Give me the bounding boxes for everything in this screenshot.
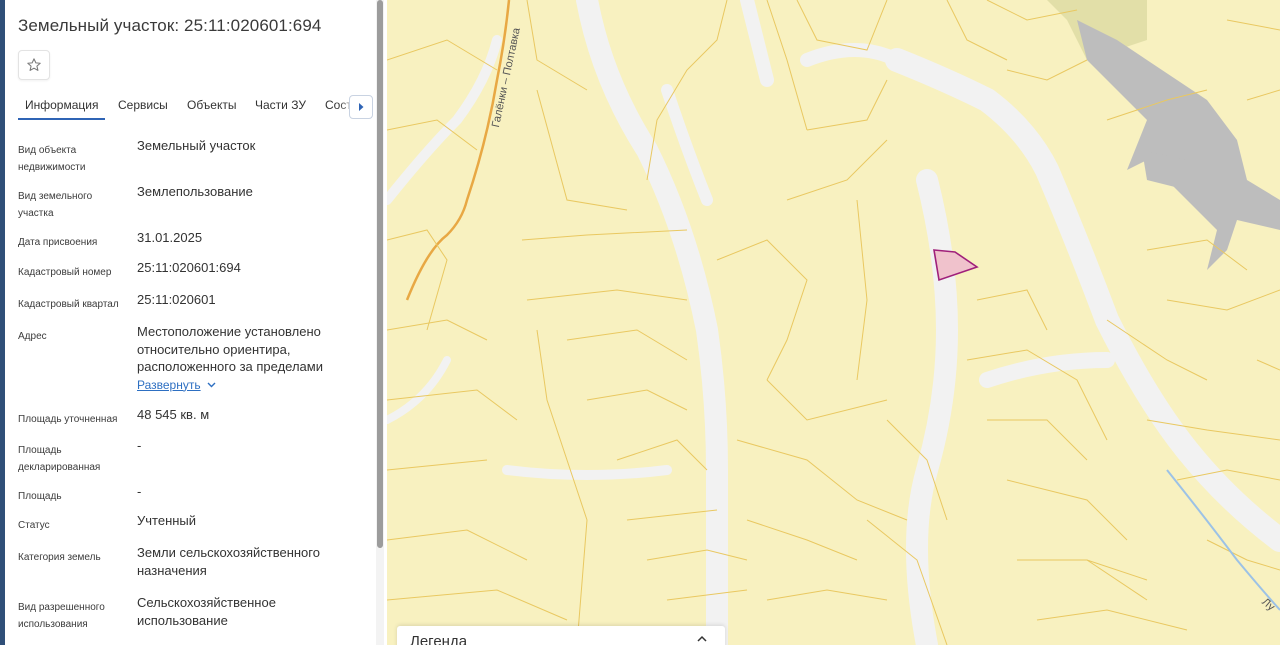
tab-bar: Информация Сервисы Объекты Части ЗУ Сост…	[17, 92, 378, 122]
map-legend[interactable]: Легенда	[397, 626, 725, 645]
row-label: Площадь уточненная	[18, 414, 118, 425]
row-label: Дата присвоения	[18, 237, 98, 248]
row-value: 48 545 кв. м	[137, 407, 210, 422]
tab-objects[interactable]: Объекты	[187, 98, 237, 112]
info-panel: Земельный участок: 25:11:020601:694 Инфо…	[0, 0, 387, 645]
row-label: Вид разрешенного использования	[18, 602, 105, 630]
row-value: Землепользование	[137, 184, 253, 199]
panel-scrollbar-thumb[interactable]	[377, 0, 383, 548]
row-value: Земли сельскохозяйственного назначения	[137, 545, 320, 578]
row-value: -	[137, 438, 142, 453]
row-label: Вид объекта недвижимости	[18, 145, 86, 173]
row-label: Вид земельного участка	[18, 191, 93, 219]
row-value: 25:11:020601	[137, 292, 216, 307]
expand-address-link[interactable]: Развернуть	[137, 377, 216, 395]
row-value: Сельскохозяйственное использование	[137, 595, 276, 628]
row-value: Учтенный	[137, 513, 197, 528]
row-label: Площадь	[18, 491, 62, 502]
row-value: Местоположение установлено относительно …	[137, 323, 367, 394]
row-label: Категория земель	[18, 552, 101, 563]
map-view[interactable]: Галёнки – Полтавка Лу Легенда	[387, 0, 1280, 645]
row-value: Земельный участок	[137, 138, 256, 153]
tab-info[interactable]: Информация	[17, 98, 107, 120]
map-canvas[interactable]	[387, 0, 1280, 645]
expand-label: Развернуть	[137, 377, 201, 392]
star-outline-icon	[27, 58, 41, 71]
favorite-button[interactable]	[18, 50, 50, 80]
row-label: Площадь декларированная	[18, 445, 101, 473]
legend-title: Легенда	[410, 633, 468, 645]
row-label: Кадастровый квартал	[18, 299, 119, 310]
row-value: 25:11:020601:694	[137, 260, 241, 275]
address-text: Местоположение установлено относительно …	[137, 324, 323, 374]
row-value: -	[137, 484, 142, 499]
caret-right-icon	[359, 103, 364, 111]
tab-scroll-right-button[interactable]	[349, 95, 373, 119]
row-label: Адрес	[18, 331, 47, 342]
chevron-down-icon	[207, 382, 216, 388]
tab-services[interactable]: Сервисы	[118, 98, 168, 112]
tab-parts[interactable]: Части ЗУ	[255, 98, 306, 112]
row-value: 31.01.2025	[137, 230, 203, 245]
row-label: Кадастровый номер	[18, 267, 112, 278]
panel-title: Земельный участок: 25:11:020601:694	[18, 16, 322, 35]
chevron-up-icon[interactable]	[697, 635, 707, 642]
row-label: Статус	[18, 520, 50, 531]
